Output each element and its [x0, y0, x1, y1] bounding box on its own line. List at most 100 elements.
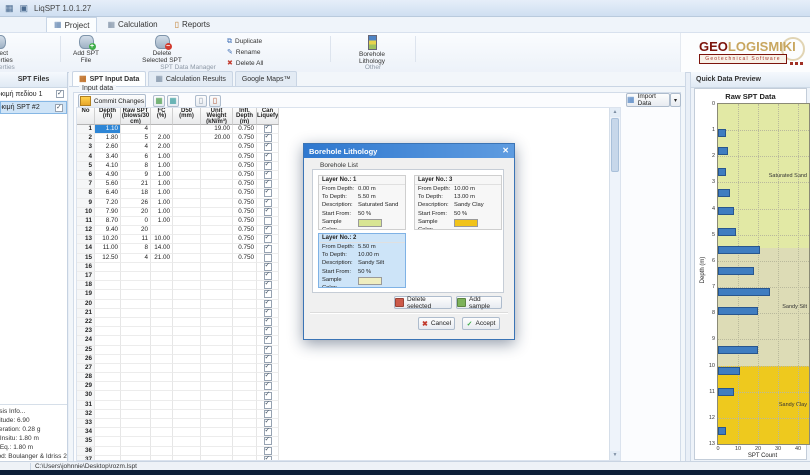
cell-fc[interactable]: 1.00 — [151, 198, 173, 208]
cell-no[interactable]: 1 — [77, 125, 95, 135]
cell-unit[interactable] — [201, 216, 233, 227]
cell-raw[interactable]: 8 — [121, 161, 151, 171]
scroll-down-icon[interactable]: ▼ — [610, 451, 620, 460]
cell-can-liquefy[interactable] — [257, 437, 279, 447]
cell-unit[interactable] — [201, 272, 233, 282]
cell-d50[interactable] — [173, 308, 201, 318]
cell-d50[interactable] — [173, 152, 201, 162]
cell-depth[interactable]: 4.90 — [95, 170, 121, 181]
cell-infl[interactable]: 0.750 — [233, 161, 257, 171]
cell-fc[interactable]: 2.00 — [151, 143, 173, 153]
can-liquefy-checkbox[interactable] — [263, 208, 272, 216]
can-liquefy-checkbox[interactable] — [263, 272, 272, 281]
cell-unit[interactable] — [201, 161, 233, 171]
cell-fc[interactable] — [151, 272, 173, 282]
cell-depth[interactable]: 8.70 — [95, 216, 121, 227]
cell-d50[interactable] — [173, 189, 201, 199]
cell-no[interactable]: 9 — [77, 198, 95, 208]
can-liquefy-checkbox[interactable] — [263, 391, 272, 400]
cell-unit[interactable] — [201, 262, 233, 272]
can-liquefy-checkbox[interactable] — [263, 263, 272, 271]
cell-can-liquefy[interactable] — [257, 281, 279, 291]
cell-infl[interactable]: 0.750 — [233, 198, 257, 208]
can-liquefy-checkbox[interactable] — [263, 382, 272, 391]
cell-no[interactable]: 36 — [77, 446, 95, 456]
cell-fc[interactable] — [151, 354, 173, 364]
cell-can-liquefy[interactable] — [257, 134, 279, 144]
cell-infl[interactable] — [233, 336, 257, 346]
cell-unit[interactable] — [201, 437, 233, 447]
cell-depth[interactable]: 10.20 — [95, 235, 121, 245]
remove-row-button[interactable]: ▦ — [167, 95, 179, 107]
cell-d50[interactable] — [173, 317, 201, 328]
cell-d50[interactable] — [173, 428, 201, 438]
cell-raw[interactable] — [121, 317, 151, 328]
cell-depth[interactable]: 7.20 — [95, 198, 121, 208]
cell-infl[interactable] — [233, 400, 257, 410]
cell-d50[interactable] — [173, 437, 201, 447]
column-header[interactable]: Unit Weight (kN/m³) — [201, 108, 233, 125]
save-icon[interactable]: ▣ — [20, 3, 29, 13]
cell-fc[interactable] — [151, 419, 173, 429]
rename-button[interactable]: ✎ Rename — [227, 48, 307, 57]
cell-infl[interactable]: 0.750 — [233, 152, 257, 162]
cell-fc[interactable] — [151, 345, 173, 355]
cell-infl[interactable] — [233, 363, 257, 374]
cell-no[interactable]: 29 — [77, 382, 95, 392]
can-liquefy-checkbox[interactable] — [263, 199, 272, 207]
cell-infl[interactable] — [233, 446, 257, 456]
cell-no[interactable]: 18 — [77, 281, 95, 291]
can-liquefy-checkbox[interactable] — [263, 290, 272, 299]
cell-can-liquefy[interactable] — [257, 290, 279, 300]
cell-unit[interactable] — [201, 299, 233, 309]
cell-d50[interactable] — [173, 253, 201, 263]
cell-no[interactable]: 12 — [77, 226, 95, 236]
cell-infl[interactable]: 0.750 — [233, 143, 257, 153]
cell-depth[interactable] — [95, 336, 121, 346]
can-liquefy-checkbox[interactable] — [263, 180, 272, 189]
cell-raw[interactable] — [121, 327, 151, 337]
cell-no[interactable]: 15 — [77, 253, 95, 263]
can-liquefy-checkbox[interactable] — [263, 419, 272, 428]
cell-infl[interactable]: 0.750 — [233, 244, 257, 254]
cell-can-liquefy[interactable] — [257, 317, 279, 328]
cell-infl[interactable] — [233, 290, 257, 300]
cell-raw[interactable]: 6 — [121, 152, 151, 162]
cell-can-liquefy[interactable] — [257, 189, 279, 199]
cell-unit[interactable] — [201, 317, 233, 328]
cell-fc[interactable] — [151, 262, 173, 272]
cell-fc[interactable]: 14.00 — [151, 244, 173, 254]
can-liquefy-checkbox[interactable] — [263, 318, 272, 327]
cell-depth[interactable] — [95, 419, 121, 429]
cell-can-liquefy[interactable] — [257, 272, 279, 282]
cell-d50[interactable] — [173, 180, 201, 190]
cell-d50[interactable] — [173, 345, 201, 355]
project-properties-button[interactable]: Project Properties — [0, 35, 22, 66]
cell-infl[interactable] — [233, 373, 257, 383]
cell-infl[interactable]: 0.750 — [233, 180, 257, 190]
cell-raw[interactable]: 4 — [121, 253, 151, 263]
cell-raw[interactable] — [121, 391, 151, 401]
cell-depth[interactable]: 1.80 — [95, 134, 121, 144]
cell-raw[interactable] — [121, 363, 151, 374]
cell-fc[interactable] — [151, 299, 173, 309]
cell-unit[interactable] — [201, 446, 233, 456]
ribbon-tab-reports[interactable]: ▯ Reports — [168, 17, 217, 32]
cell-can-liquefy[interactable] — [257, 226, 279, 236]
cell-unit[interactable]: 19.00 — [201, 125, 233, 135]
cell-infl[interactable]: 0.750 — [233, 125, 257, 135]
delete-selected-spt-button[interactable]: − Delete Selected SPT — [138, 35, 186, 66]
cell-raw[interactable] — [121, 437, 151, 447]
can-liquefy-checkbox[interactable] — [263, 235, 272, 244]
cell-fc[interactable] — [151, 400, 173, 410]
cell-fc[interactable]: 21.00 — [151, 253, 173, 263]
column-header[interactable]: Can Liquefy — [257, 108, 279, 125]
duplicate-button[interactable]: ⧉ Duplicate — [227, 37, 307, 46]
spt-file-checkbox[interactable] — [55, 103, 63, 112]
can-liquefy-checkbox[interactable] — [263, 134, 272, 143]
cell-raw[interactable] — [121, 373, 151, 383]
cell-can-liquefy[interactable] — [257, 244, 279, 254]
cell-raw[interactable] — [121, 354, 151, 364]
cell-depth[interactable]: 5.60 — [95, 180, 121, 190]
cell-no[interactable]: 30 — [77, 391, 95, 401]
